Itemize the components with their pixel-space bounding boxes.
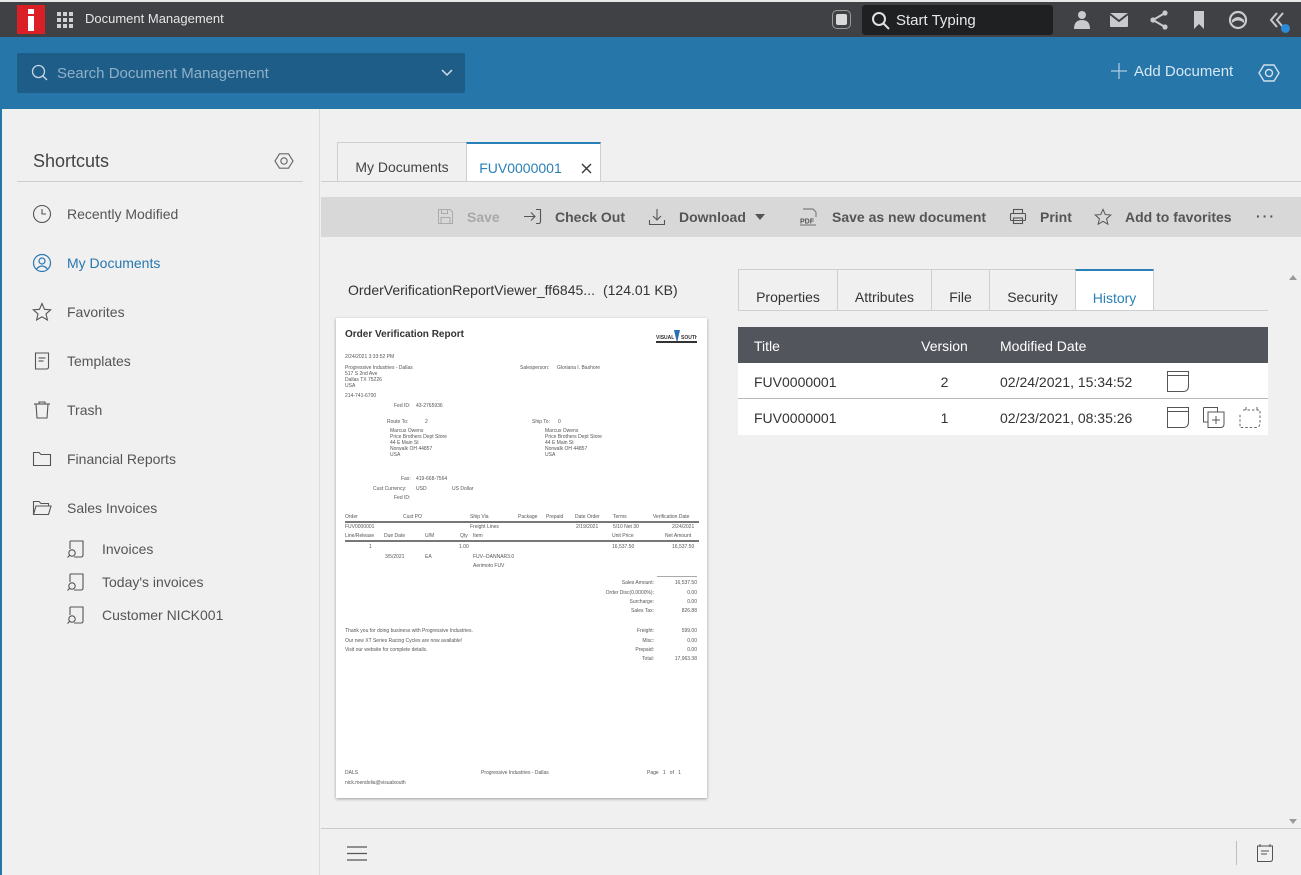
tab-history[interactable]: History xyxy=(1075,269,1154,310)
close-icon[interactable] xyxy=(581,163,592,174)
saved-search-icon xyxy=(67,606,84,624)
tab-attributes[interactable]: Attributes xyxy=(837,269,932,310)
table-header: Title Version Modified Date xyxy=(738,327,1268,363)
folder-open-icon xyxy=(32,500,52,516)
shortcuts-title: Shortcuts xyxy=(33,151,110,171)
svg-text:SOUTH: SOUTH xyxy=(681,335,697,341)
star-icon xyxy=(1094,208,1112,226)
app-logo[interactable] xyxy=(17,5,45,34)
settings-icon[interactable] xyxy=(274,152,294,170)
pdf-icon: PDF xyxy=(800,208,817,226)
print-button[interactable]: Print xyxy=(1009,208,1072,225)
download-icon xyxy=(648,209,666,226)
sidebar-subitem-invoices[interactable]: Invoices xyxy=(66,538,153,560)
column-modified-date[interactable]: Modified Date xyxy=(1000,338,1086,354)
toggle-square-icon[interactable] xyxy=(832,10,851,29)
template-icon xyxy=(34,352,50,370)
main-content: My Documents FUV0000001 Save Check Out D… xyxy=(321,109,1301,875)
svg-text:PDF: PDF xyxy=(800,219,815,226)
saved-search-icon xyxy=(67,540,84,558)
company-logo: VISUAL SOUTH xyxy=(656,330,697,343)
share-icon[interactable] xyxy=(1148,9,1170,31)
print-icon xyxy=(1009,208,1027,225)
tab-my-documents[interactable]: My Documents xyxy=(337,142,467,181)
support-icon[interactable] xyxy=(1227,9,1249,31)
notes-icon[interactable] xyxy=(1256,843,1274,863)
trash-icon xyxy=(34,401,50,419)
clock-icon xyxy=(32,204,52,224)
sidebar-subitem-todays-invoices[interactable]: Today's invoices xyxy=(66,571,204,593)
search-icon xyxy=(31,64,48,81)
chevron-down-icon[interactable] xyxy=(441,66,453,78)
view-version-icon[interactable] xyxy=(1166,370,1190,393)
settings-icon[interactable] xyxy=(1258,63,1280,83)
plus-icon xyxy=(1111,63,1127,79)
caret-down-icon xyxy=(754,214,765,220)
search-icon xyxy=(872,12,890,30)
top-bar: Document Management Start Typing xyxy=(0,0,1301,37)
user-icon[interactable] xyxy=(1071,9,1093,31)
divider xyxy=(321,181,1301,182)
bookmark-icon[interactable] xyxy=(1188,9,1210,31)
menu-icon[interactable] xyxy=(347,846,367,861)
column-title[interactable]: Title xyxy=(754,338,780,354)
report-title: Order Verification Report xyxy=(345,329,464,340)
sidebar-item-templates[interactable]: Templates xyxy=(32,349,131,373)
table-row[interactable]: FUV0000001 1 02/23/2021, 08:35:26 xyxy=(738,399,1268,435)
folder-icon xyxy=(32,451,52,467)
copy-as-new-icon[interactable] xyxy=(1202,406,1226,429)
sidebar-item-recently-modified[interactable]: Recently Modified xyxy=(32,202,178,226)
check-out-icon xyxy=(524,208,542,225)
download-button[interactable]: Download xyxy=(648,208,765,226)
star-icon xyxy=(32,302,52,322)
bottom-bar xyxy=(321,828,1301,875)
file-name: OrderVerificationReportViewer_ff6845... xyxy=(348,282,595,298)
scroll-up-arrow[interactable] xyxy=(1289,275,1297,280)
view-version-icon[interactable] xyxy=(1166,406,1190,429)
sidebar-item-my-documents[interactable]: My Documents xyxy=(32,251,160,275)
notification-badge xyxy=(1281,24,1290,33)
more-options-button[interactable]: ··· xyxy=(1256,208,1276,224)
module-header: Search Document Management Add Document xyxy=(0,37,1301,109)
file-caption: OrderVerificationReportViewer_ff6845... (… xyxy=(348,282,678,298)
file-size: (124.01 KB) xyxy=(602,282,678,298)
sidebar-subitem-customer-nick001[interactable]: Customer NICK001 xyxy=(66,604,223,626)
add-document-button[interactable]: Add Document xyxy=(1110,62,1233,80)
saved-search-icon xyxy=(67,573,84,591)
sidebar-item-trash[interactable]: Trash xyxy=(32,398,102,422)
divider xyxy=(17,181,303,182)
restore-version-icon[interactable] xyxy=(1238,406,1262,429)
scroll-down-arrow[interactable] xyxy=(1289,819,1297,824)
tab-file[interactable]: File xyxy=(931,269,990,310)
sidebar-item-sales-invoices[interactable]: Sales Invoices xyxy=(32,496,157,520)
app-launcher-icon[interactable] xyxy=(57,12,73,28)
check-out-button[interactable]: Check Out xyxy=(523,208,625,225)
user-circle-icon xyxy=(32,253,52,273)
history-table: Title Version Modified Date FUV0000001 2… xyxy=(738,327,1268,435)
table-row[interactable]: FUV0000001 2 02/24/2021, 15:34:52 xyxy=(738,363,1268,399)
sidebar-item-favorites[interactable]: Favorites xyxy=(32,300,125,324)
shortcuts-sidebar: Shortcuts Recently Modified My Documents… xyxy=(0,109,320,875)
column-version[interactable]: Version xyxy=(921,338,968,354)
document-toolbar: Save Check Out Download PDF Save as new … xyxy=(321,197,1301,237)
divider xyxy=(1236,841,1237,865)
save-icon xyxy=(438,209,453,224)
tab-properties[interactable]: Properties xyxy=(738,269,838,310)
divider xyxy=(738,310,1268,311)
document-search-input[interactable]: Search Document Management xyxy=(17,53,465,93)
svg-text:VISUAL: VISUAL xyxy=(656,335,674,341)
mail-icon[interactable] xyxy=(1108,9,1130,31)
add-to-favorites-button[interactable]: Add to favorites xyxy=(1094,208,1232,226)
sidebar-item-financial-reports[interactable]: Financial Reports xyxy=(32,447,176,471)
global-search-input[interactable]: Start Typing xyxy=(862,5,1053,35)
save-button[interactable]: Save xyxy=(437,208,500,225)
tab-fuv0000001[interactable]: FUV0000001 xyxy=(466,142,601,181)
app-title: Document Management xyxy=(85,11,224,26)
tab-security[interactable]: Security xyxy=(989,269,1076,310)
save-as-new-document-button[interactable]: PDF Save as new document xyxy=(799,208,986,226)
document-preview[interactable]: Order Verification Report VISUAL SOUTH 2/… xyxy=(336,318,707,798)
